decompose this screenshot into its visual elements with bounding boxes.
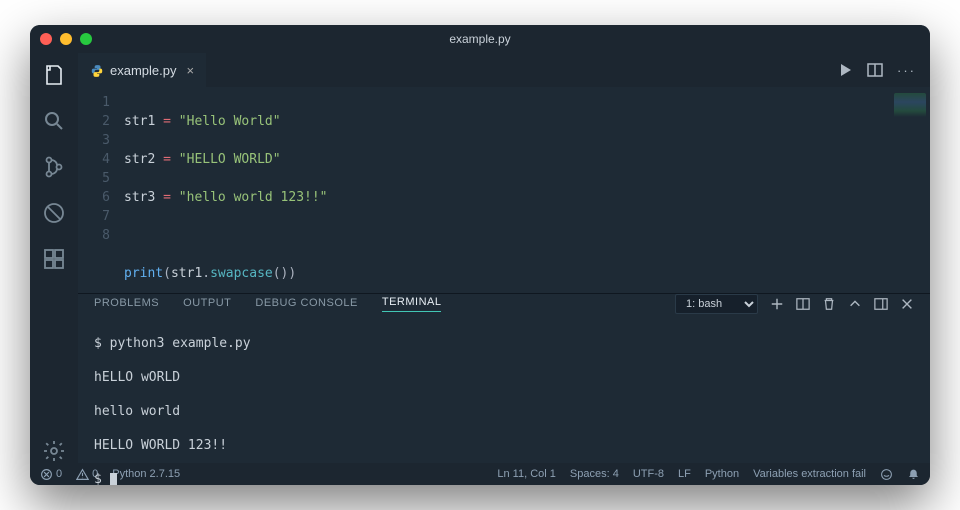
terminal-cursor <box>110 473 117 486</box>
tab-label: example.py <box>110 63 176 78</box>
tab-example-py[interactable]: example.py × <box>78 53 206 87</box>
editor-actions: ··· <box>837 53 930 87</box>
editor-group: example.py × ··· 1 2 3 4 5 6 7 <box>78 53 930 463</box>
titlebar: example.py <box>30 25 930 53</box>
new-terminal-icon[interactable] <box>770 297 784 311</box>
terminal-shell-select[interactable]: 1: bash <box>675 294 758 314</box>
split-editor-icon[interactable] <box>867 62 883 78</box>
panel-tab-debug[interactable]: DEBUG CONSOLE <box>255 297 357 312</box>
status-errors[interactable]: 0 <box>40 468 62 481</box>
kill-terminal-icon[interactable] <box>822 297 836 311</box>
close-tab-icon[interactable]: × <box>186 63 194 78</box>
run-icon[interactable] <box>837 62 853 78</box>
vscode-window: example.py example.py × ··· <box>30 25 930 485</box>
code-editor[interactable]: 1 2 3 4 5 6 7 8 str1 = "Hello World" str… <box>78 87 930 293</box>
minimap[interactable] <box>894 93 926 123</box>
close-panel-icon[interactable] <box>900 297 914 311</box>
panel-tabs: PROBLEMS OUTPUT DEBUG CONSOLE TERMINAL 1… <box>78 294 930 314</box>
editor-tabs: example.py × ··· <box>78 53 930 87</box>
terminal-output[interactable]: $ python3 example.py hELLO wORLD hello w… <box>78 314 930 485</box>
code-content: str1 = "Hello World" str2 = "HELLO WORLD… <box>124 87 328 293</box>
main-area: example.py × ··· 1 2 3 4 5 6 7 <box>30 53 930 463</box>
split-terminal-icon[interactable] <box>796 297 810 311</box>
extensions-icon[interactable] <box>42 247 66 271</box>
debug-icon[interactable] <box>42 201 66 225</box>
error-icon <box>40 468 53 481</box>
panel-position-icon[interactable] <box>874 297 888 311</box>
bottom-panel: PROBLEMS OUTPUT DEBUG CONSOLE TERMINAL 1… <box>78 293 930 463</box>
maximize-panel-icon[interactable] <box>848 297 862 311</box>
explorer-icon[interactable] <box>42 63 66 87</box>
line-gutter: 1 2 3 4 5 6 7 8 <box>78 87 124 293</box>
search-icon[interactable] <box>42 109 66 133</box>
terminal-actions: 1: bash <box>675 294 914 314</box>
settings-gear-icon[interactable] <box>42 439 66 463</box>
panel-tab-terminal[interactable]: TERMINAL <box>382 296 442 312</box>
activity-bar <box>30 53 78 463</box>
source-control-icon[interactable] <box>42 155 66 179</box>
python-file-icon <box>90 64 104 78</box>
more-actions-icon[interactable]: ··· <box>897 63 916 78</box>
window-title: example.py <box>30 32 930 46</box>
panel-tab-problems[interactable]: PROBLEMS <box>94 297 159 312</box>
panel-tab-output[interactable]: OUTPUT <box>183 297 231 312</box>
